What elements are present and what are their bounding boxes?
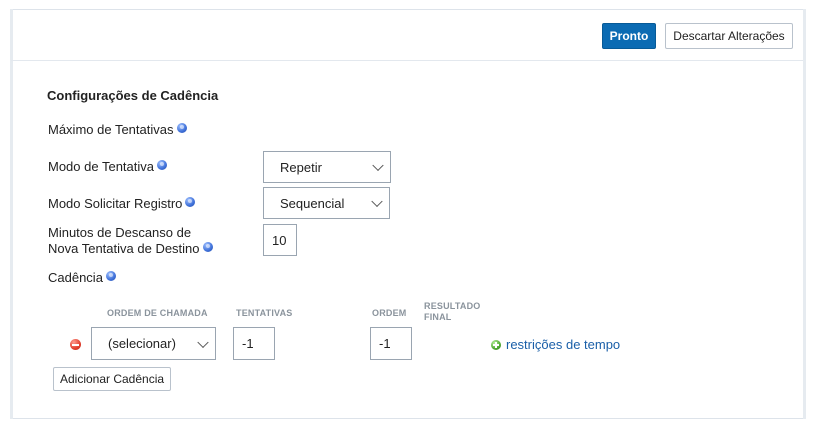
add-cadence-button[interactable]: Adicionar Cadência [53,367,171,391]
rest-minutes-input[interactable]: 10 [263,224,297,256]
rest-minutes-label: Minutos de Descanso de Nova Tentativa de… [48,225,213,257]
col-header-order: ORDEM [372,308,407,318]
record-mode-select[interactable]: Sequencial [263,187,390,219]
help-icon[interactable] [202,242,213,252]
call-order-select[interactable]: (selecionar) [91,327,216,360]
attempt-mode-select[interactable]: Repetir [263,151,391,183]
done-button[interactable]: Pronto [602,23,656,49]
col-header-attempts: TENTATIVAS [236,308,293,318]
col-header-call-order: ORDEM DE CHAMADA [107,308,208,318]
order-input[interactable]: -1 [370,327,412,360]
section-title: Configurações de Cadência [47,88,219,103]
time-restrictions-link[interactable]: restrições de tempo [491,337,620,352]
add-icon [491,340,501,350]
help-icon[interactable] [185,197,196,207]
help-icon[interactable] [176,123,187,133]
cadence-label: Cadência [48,270,116,286]
chevron-down-icon [372,159,384,172]
top-toolbar: Pronto Descartar Alterações [11,10,805,61]
remove-icon[interactable] [70,339,81,350]
max-attempts-label: Máximo de Tentativas [48,122,187,138]
help-icon[interactable] [157,160,167,170]
attempts-input[interactable]: -1 [233,327,275,360]
col-header-final-result: RESULTADO FINAL [424,301,481,322]
record-mode-label: Modo Solicitar Registro [48,196,196,212]
attempt-mode-label: Modo de Tentativa [48,159,167,175]
chevron-down-icon [371,195,383,208]
help-icon[interactable] [105,271,116,281]
chevron-down-icon [197,336,209,348]
discard-changes-button[interactable]: Descartar Alterações [665,23,793,49]
